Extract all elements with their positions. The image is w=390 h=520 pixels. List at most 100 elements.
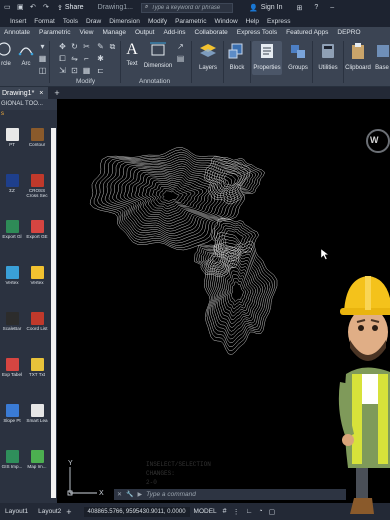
palette-tool-item[interactable]: Export Gl — [0, 220, 24, 239]
mirror-axis-icon[interactable]: ⇋ — [70, 54, 79, 63]
tab-layout2[interactable]: Layout2 — [33, 503, 66, 520]
trim-icon[interactable]: ✂ — [82, 42, 91, 51]
palette-tool-item[interactable]: Contour — [25, 128, 49, 147]
redo-icon[interactable]: ↷ — [43, 4, 51, 12]
arc-icon — [18, 47, 34, 56]
menu-format[interactable]: Format — [34, 18, 55, 25]
tab-collaborate[interactable]: Collaborate — [195, 29, 228, 36]
dimension-button[interactable]: Dimension — [143, 41, 173, 69]
contour-line — [97, 151, 245, 246]
text-button[interactable]: A Text — [124, 41, 140, 67]
scale-icon[interactable]: ⊡ — [70, 66, 79, 75]
menu-insert[interactable]: Insert — [10, 18, 26, 25]
osnap-icon[interactable]: ▢ — [269, 508, 276, 516]
draw-more-icon[interactable]: ▾ — [38, 42, 47, 51]
search-box[interactable]: ⌕ — [140, 2, 233, 13]
separator — [49, 41, 50, 83]
palette-tool-item[interactable]: Coord List — [25, 312, 49, 331]
palette-tool-item[interactable]: ΣΖ — [0, 174, 24, 193]
menu-express[interactable]: Express — [267, 18, 290, 25]
sign-in-button[interactable]: 👤 Sign In — [249, 4, 283, 12]
tab-annotate[interactable]: Annotate — [4, 29, 30, 36]
leader-icon[interactable]: ↗ — [176, 42, 185, 51]
palette-tool-item[interactable]: Exp Tabel — [0, 358, 24, 377]
arc-tool[interactable]: Arc — [17, 41, 35, 67]
grid-icon[interactable]: # — [223, 508, 227, 516]
palette-tool-item[interactable]: ScaleBar — [0, 312, 24, 331]
palette-tool-item[interactable]: Smart Lea — [25, 404, 49, 423]
utilities-button[interactable]: Utilities — [314, 41, 342, 71]
erase-icon[interactable]: ✎ — [96, 42, 105, 51]
new-tab-plus-icon[interactable]: + — [54, 88, 59, 98]
table-icon[interactable]: ▤ — [176, 54, 185, 63]
clipboard-button[interactable]: Clipboard — [344, 41, 372, 71]
palette-tool-item[interactable]: Map Im... — [25, 450, 49, 469]
clipboard-label: Clipboard — [345, 65, 371, 71]
add-layout-plus-icon[interactable]: + — [66, 507, 71, 517]
palette-tool-item[interactable]: Slope Pt — [0, 404, 24, 423]
layers-button[interactable]: Layers — [194, 41, 222, 71]
close-icon[interactable]: × — [39, 90, 43, 97]
tab-manage[interactable]: Manage — [102, 29, 126, 36]
stretch-icon[interactable]: ⇲ — [58, 66, 67, 75]
file-tab-drawing1[interactable]: Drawing1* × — [0, 87, 49, 99]
snap-icon[interactable]: ⋮ — [233, 508, 240, 516]
palette-tool-label: Exp Tabel — [1, 372, 23, 377]
tab-express-tools[interactable]: Express Tools — [237, 29, 277, 36]
undo-icon[interactable]: ↶ — [30, 4, 38, 12]
menu-parametric[interactable]: Parametric — [175, 18, 206, 25]
tab-featured-apps[interactable]: Featured Apps — [286, 29, 328, 36]
offset-icon[interactable]: ⊏ — [96, 66, 105, 75]
tab-depro[interactable]: DEPRO — [337, 29, 360, 36]
search-input[interactable] — [151, 4, 232, 11]
palette-tool-item[interactable]: Vertex — [0, 266, 24, 285]
palette-tool-item[interactable]: Vertex — [25, 266, 49, 285]
base-button[interactable]: Base — [374, 41, 390, 71]
palette-tool-item[interactable]: GIS Imp... — [0, 450, 24, 469]
hatch-icon[interactable]: ▦ — [38, 54, 47, 63]
ortho-icon[interactable]: ∟ — [246, 508, 253, 516]
save-icon[interactable]: ▣ — [17, 4, 25, 12]
groups-button[interactable]: Groups — [285, 41, 311, 71]
circle-tool[interactable]: rcle — [0, 41, 12, 67]
menu-draw[interactable]: Draw — [86, 18, 101, 25]
tab-view[interactable]: View — [79, 29, 93, 36]
tab-add-ins[interactable]: Add-ins — [163, 29, 185, 36]
help-icon[interactable]: ? — [314, 4, 318, 12]
polar-icon[interactable]: ◔ — [258, 508, 262, 516]
array-icon[interactable]: ▦ — [82, 66, 91, 75]
palette-tool-item[interactable]: Export GE — [25, 220, 49, 239]
command-input[interactable] — [146, 491, 307, 498]
cart-icon[interactable]: ⊞ — [296, 4, 302, 12]
tab-output[interactable]: Output — [135, 29, 155, 36]
minimize-icon[interactable]: – — [330, 4, 334, 12]
menu-window[interactable]: Window — [215, 18, 238, 25]
palette-tool-label: Map Im... — [27, 464, 47, 469]
move-icon[interactable]: ✥ — [58, 42, 67, 51]
copy-icon[interactable]: ⧠ — [58, 54, 67, 63]
palette-tool-item[interactable]: CROSS Cross Sec — [25, 174, 49, 198]
model-space-button[interactable]: MODEL — [194, 508, 217, 515]
close-icon[interactable]: ✕ — [117, 491, 122, 498]
block-button[interactable]: Block — [226, 41, 248, 71]
rotate-icon[interactable]: ↻ — [70, 42, 79, 51]
viewcube-compass[interactable]: W — [366, 129, 390, 153]
explode-icon[interactable]: ✱ — [96, 54, 105, 63]
wrench-icon[interactable]: 🔧 — [126, 491, 133, 498]
properties-button[interactable]: Properties — [252, 41, 282, 71]
tab-parametric[interactable]: Parametric — [39, 29, 70, 36]
menu-dimension[interactable]: Dimension — [109, 18, 140, 25]
region-icon[interactable]: ◫ — [38, 66, 47, 75]
tab-layout1[interactable]: Layout1 — [0, 503, 33, 520]
palette-tool-item[interactable]: PT — [0, 128, 24, 147]
palette-scrollbar[interactable] — [51, 128, 56, 498]
open-icon[interactable]: ▭ — [4, 4, 12, 12]
menu-modify[interactable]: Modify — [148, 18, 167, 25]
palette-tool-item[interactable]: TXT Txt — [25, 358, 49, 377]
fillet-icon[interactable]: ⌐ — [82, 54, 91, 63]
menu-tools[interactable]: Tools — [63, 18, 78, 25]
command-line: ✕ 🔧 ▶ — [114, 489, 346, 500]
menu-help[interactable]: Help — [246, 18, 259, 25]
share-button[interactable]: ⇪ Share — [57, 4, 84, 12]
mirror-icon[interactable]: ⧉ — [108, 42, 117, 51]
